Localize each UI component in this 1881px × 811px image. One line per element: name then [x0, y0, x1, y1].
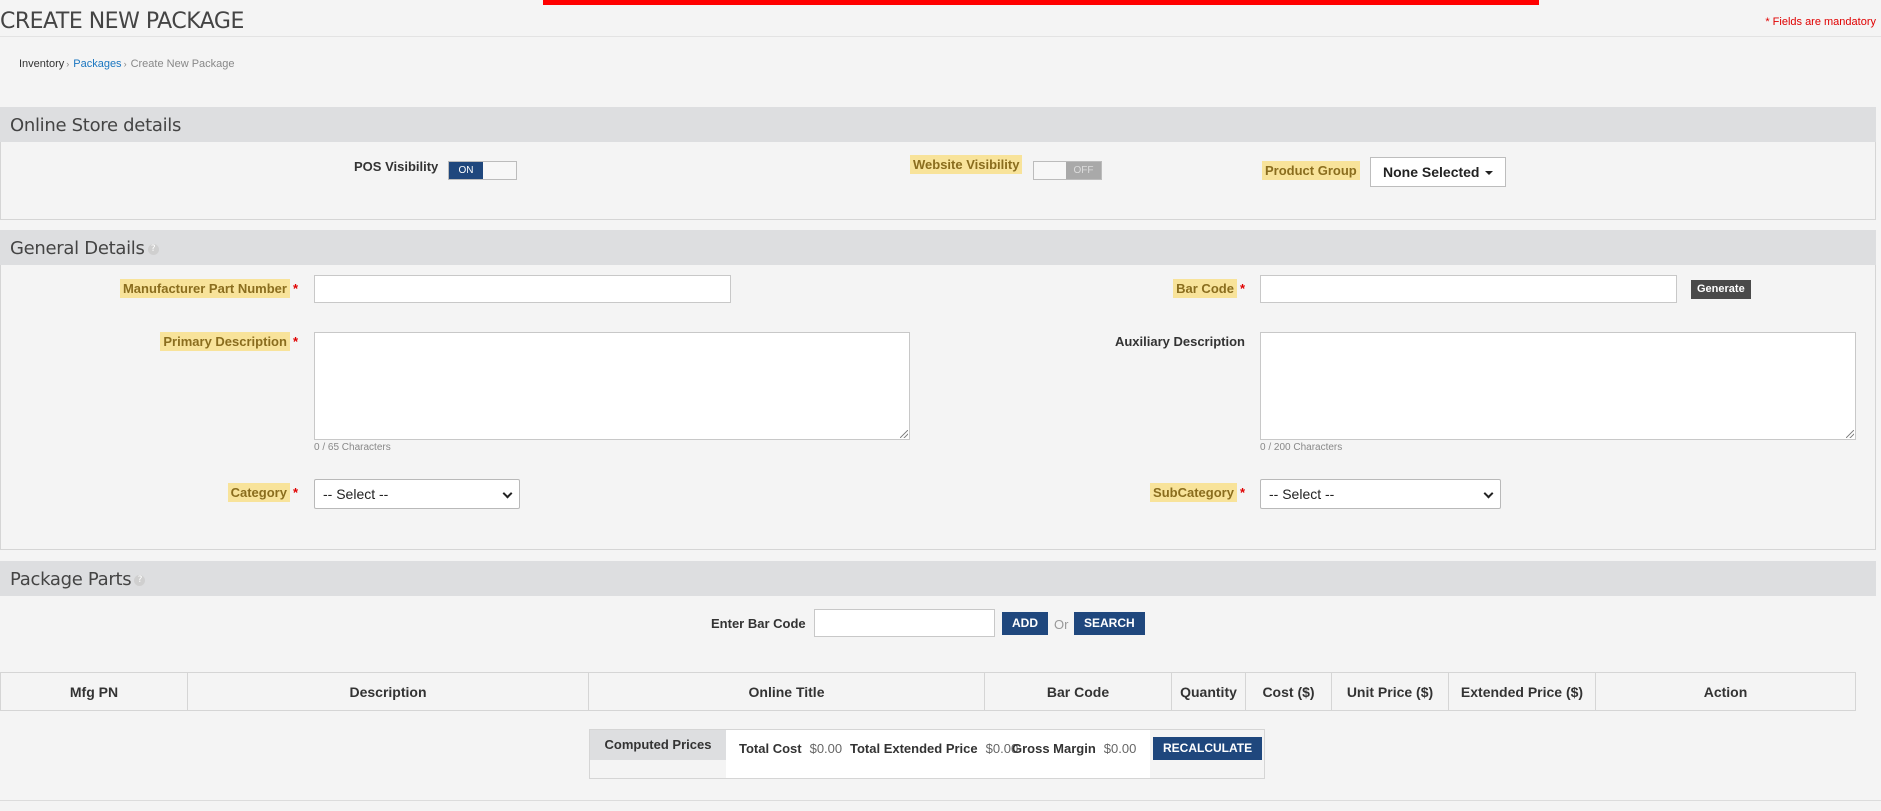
auxiliary-description-textarea[interactable]	[1260, 332, 1856, 440]
category-select[interactable]: -- Select --	[314, 479, 520, 509]
add-button[interactable]: ADD	[1002, 612, 1048, 635]
primary-description-counter: 0 / 65 Characters	[314, 442, 391, 453]
pos-visibility-on: ON	[449, 162, 483, 179]
breadcrumb-packages[interactable]: Packages	[73, 58, 121, 70]
column-extended-price: Extended Price ($)	[1448, 672, 1596, 711]
online-store-title: Online Store details	[10, 115, 182, 136]
mfg-part-number-input[interactable]	[314, 275, 731, 303]
breadcrumb: Inventory › Packages › Create New Package	[19, 58, 235, 70]
column-unit-price: Unit Price ($)	[1331, 672, 1449, 711]
caret-down-icon	[1485, 171, 1494, 176]
column-action: Action	[1595, 672, 1856, 711]
breadcrumb-separator: ›	[123, 59, 127, 69]
bar-code-label: Bar Code *	[1173, 279, 1245, 298]
chevron-down-icon	[1483, 488, 1494, 499]
subcategory-label: SubCategory *	[1150, 483, 1245, 502]
primary-description-label: Primary Description *	[160, 332, 298, 351]
mandatory-note: * Fields are mandatory	[1765, 16, 1876, 28]
enter-bar-code-label: Enter Bar Code	[711, 616, 806, 631]
website-visibility-off: OFF	[1066, 162, 1101, 179]
column-cost: Cost ($)	[1245, 672, 1332, 711]
page-title: CREATE NEW PACKAGE	[0, 9, 244, 34]
total-extended-price: Total Extended Price $0.00	[850, 741, 1019, 756]
computed-prices-values: Total Cost $0.00 Total Extended Price $0.0…	[726, 730, 1150, 778]
column-description: Description	[187, 672, 589, 711]
breadcrumb-current: Create New Package	[130, 58, 235, 70]
question-circle-icon[interactable]: ?	[147, 243, 159, 255]
chevron-down-icon	[502, 488, 513, 499]
title-divider	[0, 36, 1881, 37]
package-parts-title: Package Parts?	[10, 569, 146, 590]
pos-visibility-label: POS Visibility	[354, 159, 439, 174]
computed-prices-box: Computed Prices Total Cost $0.00 Total Ex…	[589, 729, 1265, 779]
general-details-title: General Details?	[10, 238, 159, 259]
gross-margin: Gross Margin $0.00	[1012, 741, 1137, 756]
product-group-label: Product Group	[1262, 161, 1360, 180]
mfg-part-number-label: Manufacturer Part Number *	[119, 279, 298, 298]
or-text: Or	[1054, 617, 1069, 632]
computed-prices-label: Computed Prices	[590, 730, 726, 760]
column-bar-code: Bar Code	[984, 672, 1172, 711]
category-value: -- Select --	[323, 486, 389, 502]
column-online-title: Online Title	[588, 672, 985, 711]
general-details-body: Manufacturer Part Number * Bar Code * Gene…	[0, 265, 1876, 550]
primary-description-textarea[interactable]	[314, 332, 910, 440]
search-button[interactable]: SEARCH	[1074, 612, 1145, 635]
bottom-divider	[0, 800, 1881, 801]
product-group-dropdown[interactable]: None Selected	[1370, 157, 1507, 187]
subcategory-value: -- Select --	[1269, 486, 1335, 502]
pos-visibility-toggle[interactable]: ON	[448, 161, 517, 180]
breadcrumb-separator: ›	[66, 59, 70, 69]
recalculate-button[interactable]: RECALCULATE	[1153, 737, 1263, 760]
website-visibility-toggle[interactable]: OFF	[1033, 161, 1102, 180]
generate-button[interactable]: Generate	[1691, 280, 1751, 299]
resize-grip-icon[interactable]	[900, 430, 908, 438]
online-store-body: POS Visibility ON Website Visibility OFF…	[0, 142, 1876, 220]
subcategory-select[interactable]: -- Select --	[1260, 479, 1501, 509]
breadcrumb-inventory[interactable]: Inventory	[19, 58, 64, 70]
bar-code-input[interactable]	[1260, 275, 1677, 303]
column-mfg-pn: Mfg PN	[0, 672, 188, 711]
question-circle-icon[interactable]: ?	[134, 574, 146, 586]
package-parts-header: Package Parts?	[0, 561, 1876, 596]
general-details-header: General Details?	[0, 230, 1876, 265]
website-visibility-label: Website Visibility	[910, 155, 1023, 174]
column-quantity: Quantity	[1171, 672, 1246, 711]
total-cost: Total Cost $0.00	[739, 741, 843, 756]
resize-grip-icon[interactable]	[1846, 430, 1854, 438]
category-label: Category *	[227, 483, 298, 502]
auxiliary-description-counter: 0 / 200 Characters	[1260, 442, 1343, 453]
table-header-row: Mfg PN Description Online Title Bar Code…	[0, 672, 1856, 711]
top-red-bar	[543, 0, 1539, 5]
package-parts-table: Mfg PN Description Online Title Bar Code…	[0, 672, 1856, 711]
product-group-value: None Selected	[1383, 164, 1480, 180]
online-store-header: Online Store details	[0, 107, 1876, 142]
auxiliary-description-label: Auxiliary Description	[1114, 334, 1245, 349]
package-bar-code-input[interactable]	[814, 609, 995, 637]
